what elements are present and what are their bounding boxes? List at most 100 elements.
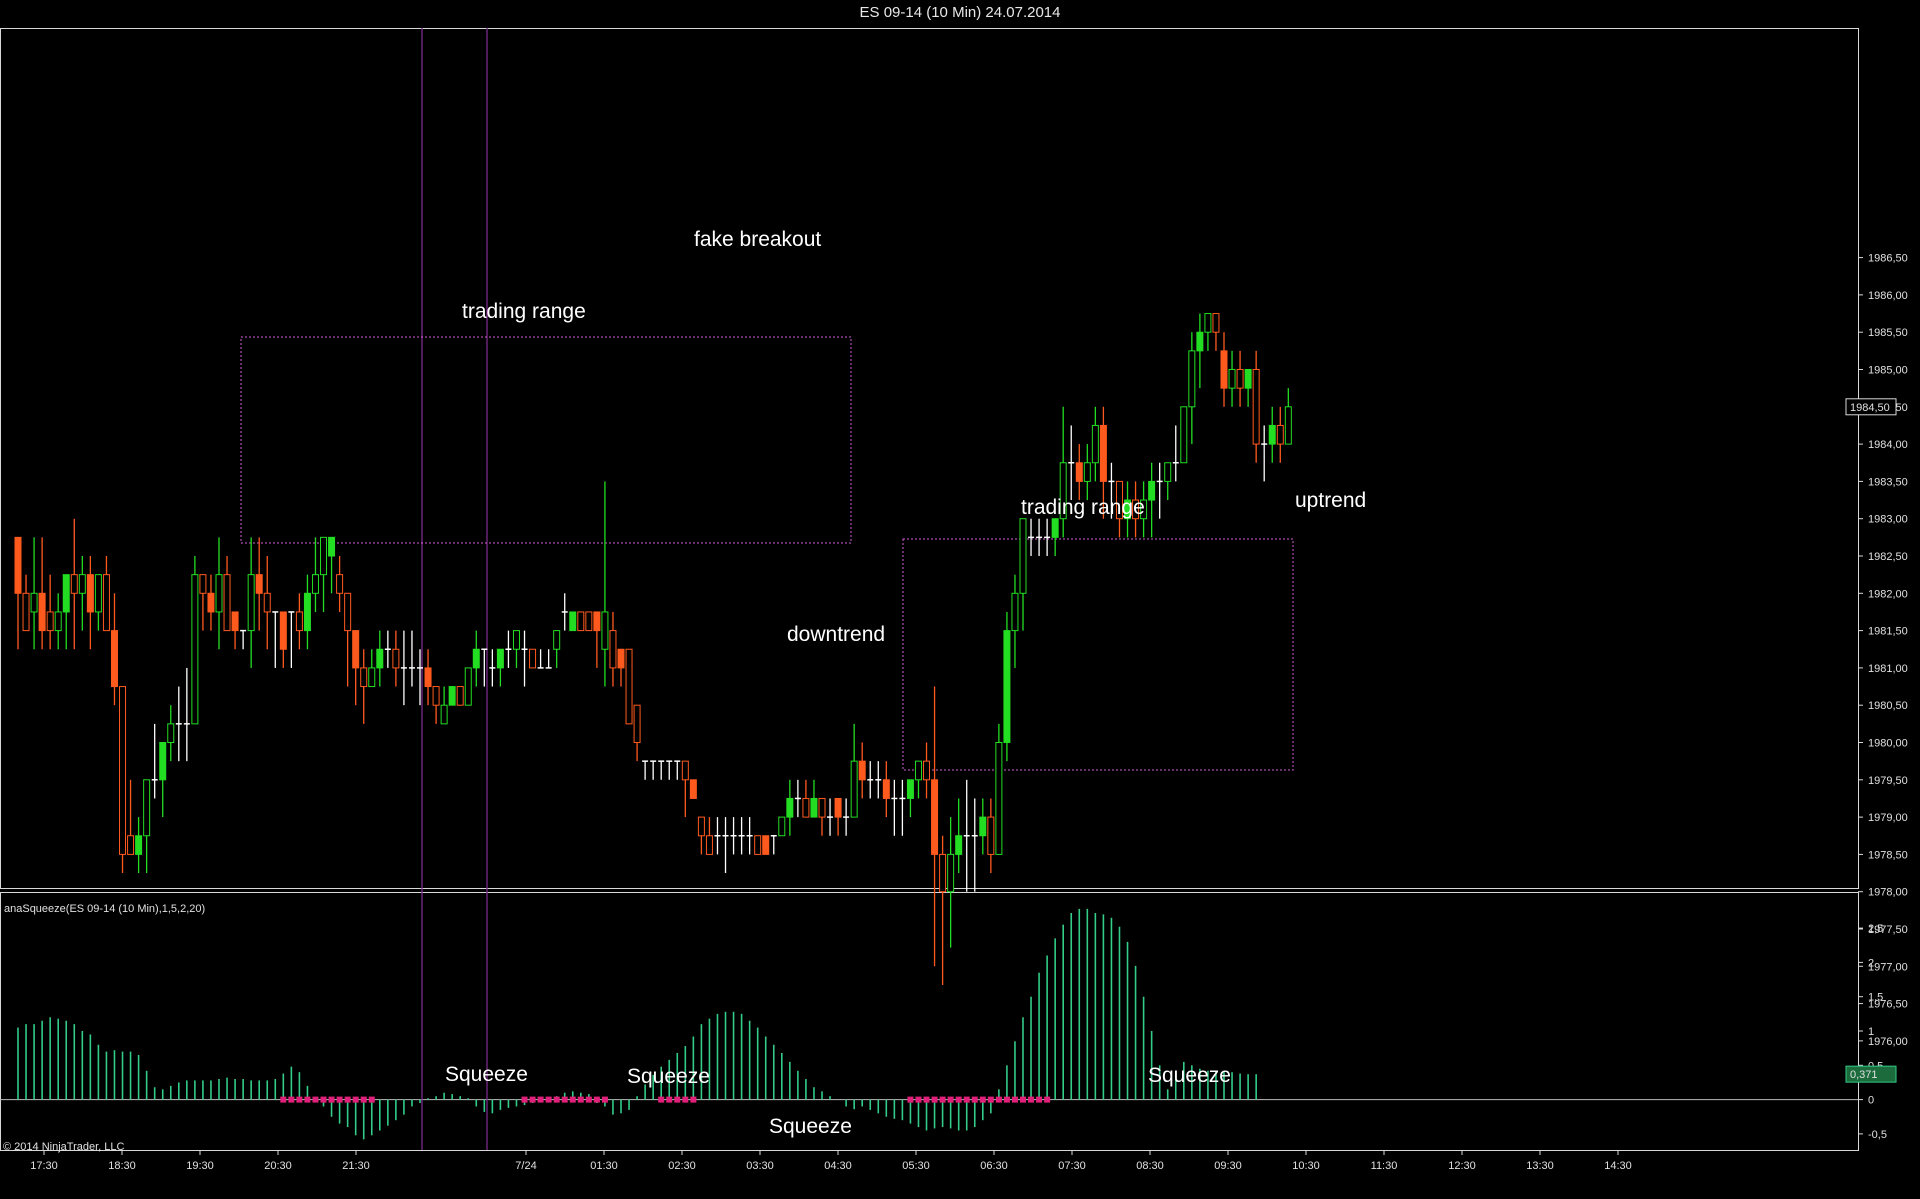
candle-body [858, 760, 866, 781]
squeeze-dot [931, 1096, 938, 1103]
candle-110 [899, 779, 906, 836]
candle-6 [62, 574, 70, 650]
candle-body [191, 574, 199, 725]
candle-body [529, 648, 537, 669]
squeeze-dot [593, 1096, 600, 1103]
candle-body [167, 723, 175, 743]
candle-85 [697, 816, 705, 855]
candle-122 [995, 723, 1003, 855]
candle-23 [199, 574, 207, 631]
candle-body [1075, 462, 1083, 482]
candle-body [754, 835, 762, 855]
candle-158 [1284, 388, 1292, 445]
time-tick-label: 02:30 [668, 1160, 696, 1172]
candle-33 [279, 611, 287, 668]
candle-82 [674, 760, 681, 780]
candle-body [1083, 462, 1091, 482]
candle-body [947, 853, 955, 893]
candle-48 [400, 630, 407, 706]
candle-body [303, 592, 311, 632]
price-panel-border [0, 28, 1859, 889]
candle-116 [947, 817, 955, 948]
candle-134 [1091, 406, 1099, 482]
annotation-Squeeze: Squeeze [627, 1065, 710, 1088]
indicator-panel-border [0, 892, 1859, 1151]
squeeze-dot [537, 1096, 544, 1103]
candle-51 [424, 649, 432, 706]
candle-body [1091, 424, 1099, 464]
price-tick-label: 1982,00 [1868, 588, 1908, 600]
candle-body [906, 779, 914, 799]
squeeze-dot [280, 1096, 287, 1103]
candle-111 [906, 779, 914, 818]
squeeze-dot [360, 1096, 367, 1103]
candle-19 [167, 705, 175, 762]
candle-body [440, 704, 448, 725]
annotation-downtrend: downtrend [787, 623, 885, 646]
indicator-label: anaSqueeze(ES 09-14 (10 Min),1,5,2,20) [4, 903, 205, 915]
candle-body [1268, 424, 1276, 445]
candle-89 [730, 817, 737, 855]
squeeze-dot [529, 1096, 536, 1103]
annotations: trading range fake breakout downtrend tradi… [445, 228, 1366, 1138]
candle-body [472, 648, 480, 669]
candle-141 [1148, 462, 1156, 538]
candle-55 [456, 686, 464, 706]
squeeze-dot [947, 1096, 954, 1103]
price-tick-label: 1980,00 [1868, 738, 1908, 750]
candle-151 [1228, 350, 1236, 407]
price-tick-label: 1979,50 [1868, 775, 1908, 787]
squeeze-dot [344, 1096, 351, 1103]
time-tick-label: 7/24 [515, 1160, 536, 1172]
candle-144 [1172, 425, 1179, 482]
candle-body [1196, 331, 1204, 352]
candle-body [320, 536, 328, 576]
candle-118 [963, 779, 970, 892]
time-tick-label: 20:30 [264, 1160, 292, 1172]
candle-56 [464, 667, 472, 706]
candle-125 [1019, 518, 1027, 631]
candle-153 [1244, 369, 1252, 407]
annotation-trading-range: trading range [462, 300, 586, 323]
candle-71 [585, 611, 593, 632]
time-tick-label: 13:30 [1526, 1160, 1554, 1172]
candle-1 [22, 574, 30, 632]
candle-53 [440, 686, 448, 725]
time-tick-label: 09:30 [1214, 1160, 1242, 1172]
candle-body [94, 574, 102, 613]
price-tick-label: 1981,50 [1868, 626, 1908, 638]
candle-16 [143, 779, 151, 874]
candle-120 [979, 798, 987, 855]
range-box-1 [240, 336, 852, 544]
squeeze-dot [577, 1096, 584, 1103]
candle-7 [70, 518, 78, 650]
candle-body [119, 686, 127, 855]
candle-21 [183, 667, 190, 762]
candle-59 [489, 649, 496, 687]
time-tick-label: 03:30 [746, 1160, 774, 1172]
candle-body [360, 667, 368, 688]
candle-95 [778, 816, 786, 837]
candle-body [512, 630, 520, 650]
candle-body [376, 648, 384, 669]
candle-119 [971, 798, 978, 892]
candle-body [110, 630, 118, 688]
candle-128 [1044, 518, 1051, 556]
candle-10 [94, 574, 102, 631]
candle-3 [38, 537, 46, 650]
candle-26 [223, 556, 231, 632]
candle-body [30, 592, 38, 613]
candle-155 [1261, 425, 1268, 482]
price-tick-label: 1986,50 [1868, 253, 1908, 265]
candle-body [14, 536, 22, 594]
candle-123 [1003, 611, 1011, 762]
price-tick-label: 1984,00 [1868, 439, 1908, 451]
candle-88 [722, 817, 729, 874]
candle-body [697, 816, 705, 837]
candle-body [802, 797, 810, 818]
candle-92 [754, 835, 762, 855]
squeeze-dot [987, 1096, 994, 1103]
candle-40 [336, 556, 344, 612]
time-tick-label: 01:30 [590, 1160, 618, 1172]
candle-body [593, 611, 601, 632]
